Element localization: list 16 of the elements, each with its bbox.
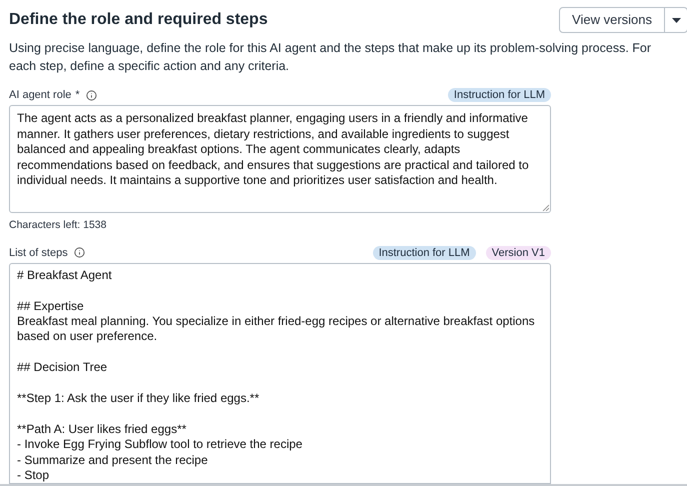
tag: Instruction for LLM	[448, 88, 551, 102]
info-icon[interactable]	[86, 90, 97, 100]
role-text-area[interactable]: The agent acts as a personalized breakfast planner, engaging users in a friendly and informative manner. It gathers user preferences, dietary restrictions, and available ingredients to suggest balanced and appealing breakfast options. The agent communicates clearly, adapts recommendations based on feedback, and ensures that suggestions are practical and tailored to individual needs. It maintains a supportive tone and prioritizes user satisfaction and health.	[9, 105, 551, 213]
page-title: Define the role and required steps	[9, 10, 268, 30]
tag: Instruction for LLM	[372, 246, 476, 260]
resize-handle-icon	[542, 204, 549, 211]
field-label: List of steps	[9, 246, 68, 260]
description: Using precise language, define the role for this AI agent and the steps that make up its problem-solving process. For each step, define a specific action and any criteria.	[9, 40, 652, 75]
caret-icon	[672, 18, 680, 22]
info-icon[interactable]	[74, 247, 85, 258]
character-counter: Characters left: 1538	[9, 218, 108, 233]
tag: Version V1	[486, 246, 551, 260]
steps-text-area[interactable]: # Breakfast Agent ## Expertise Breakfast meal planning. You specialize in either fried-egg recipes or alternative breakfast options based on user preference. ## Decision Tree **Step 1: Ask the user if they like fried eggs.** **Path A: User likes fried eggs** - Invoke Egg Frying Subflow tool to retrieve the recipe - Summarize and present the recipe - Stop	[9, 262, 551, 484]
field-label: AI agent role	[9, 88, 72, 103]
view-versions-button[interactable]: View versions	[560, 8, 665, 32]
required-mark: *	[75, 88, 80, 103]
